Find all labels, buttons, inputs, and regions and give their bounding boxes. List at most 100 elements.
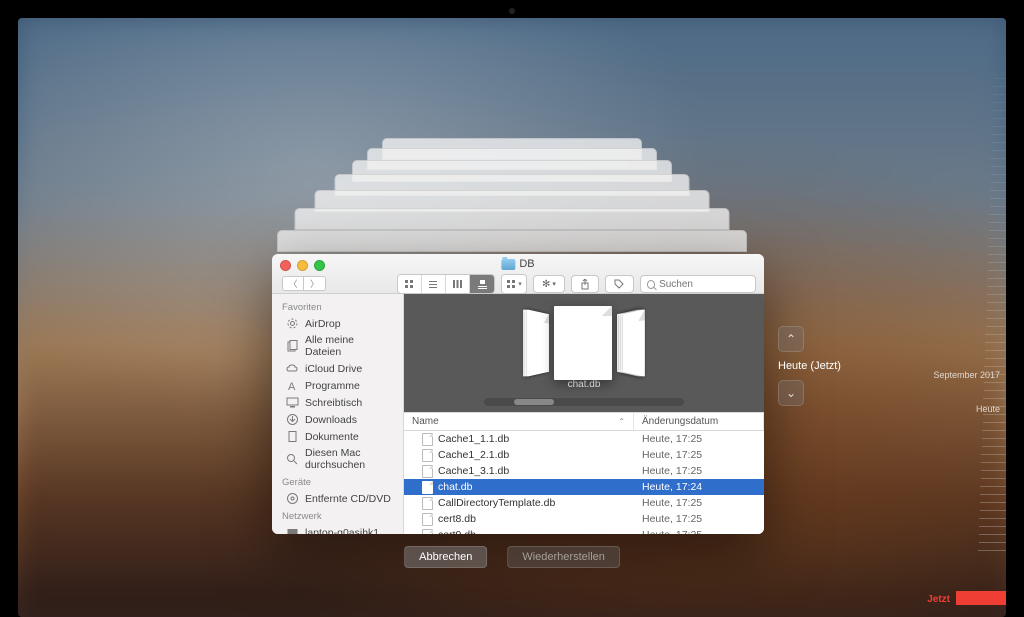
file-name: chat.db: [438, 481, 472, 493]
file-date: Heute, 17:25: [634, 449, 764, 461]
coverflow-scroll-thumb[interactable]: [514, 399, 554, 405]
file-name: Cache1_3.1.db: [438, 465, 509, 477]
sidebar-item[interactable]: iCloud Drive: [272, 360, 403, 377]
table-row[interactable]: Cache1_1.1.db Heute, 17:25: [404, 431, 764, 447]
search-field[interactable]: [640, 275, 756, 293]
restore-button[interactable]: Wiederherstellen: [507, 546, 620, 568]
file-date: Heute, 17:25: [634, 529, 764, 534]
minimize-button[interactable]: [297, 260, 308, 271]
sidebar-item-label: laptop-g0asjhk1: [305, 527, 379, 535]
cancel-button[interactable]: Abbrechen: [404, 546, 487, 568]
window-title: DB: [501, 258, 534, 270]
search-mac-icon: [286, 453, 299, 466]
sidebar-item[interactable]: AirDrop: [272, 315, 403, 332]
view-icons-button[interactable]: [398, 275, 422, 293]
table-row[interactable]: cert8.db Heute, 17:25: [404, 511, 764, 527]
nav-back-button[interactable]: 〈: [282, 276, 304, 291]
column-header-name[interactable]: Name⌃: [404, 413, 634, 430]
sidebar-item-label: Schreibtisch: [305, 397, 362, 409]
file-name: Cache1_1.1.db: [438, 433, 509, 445]
share-icon: [580, 279, 590, 290]
file-icon: [422, 529, 433, 535]
traffic-lights: [280, 260, 325, 271]
sidebar-item-label: iCloud Drive: [305, 363, 362, 375]
list-header: Name⌃ Änderungsdatum: [404, 412, 764, 431]
sidebar-item-label: AirDrop: [305, 318, 341, 330]
sidebar-item[interactable]: Diesen Mac durchsuchen: [272, 445, 403, 473]
sidebar-item[interactable]: A Programme: [272, 377, 403, 394]
all-files-icon: [286, 340, 299, 353]
column-header-date[interactable]: Änderungsdatum: [634, 413, 764, 430]
coverflow-scrollbar[interactable]: [484, 398, 684, 406]
share-button[interactable]: [571, 275, 599, 293]
snapshot-newer-button[interactable]: ⌄: [778, 380, 804, 406]
view-coverflow-button[interactable]: [470, 275, 494, 293]
file-name: cert9.db: [438, 529, 476, 534]
coverflow-item[interactable]: [623, 309, 645, 376]
timemachine-window-stack: [252, 138, 772, 268]
file-date: Heute, 17:25: [634, 433, 764, 445]
gear-icon: ✻: [542, 279, 550, 290]
table-row[interactable]: chat.dbHeute, 17:24: [404, 479, 764, 495]
file-icon: [422, 449, 433, 462]
table-row[interactable]: Cache1_3.1.db Heute, 17:25: [404, 463, 764, 479]
sidebar-item-label: Dokumente: [305, 431, 359, 443]
arrange-button[interactable]: ▾: [502, 275, 526, 293]
finder-window: 〈 〉 DB ▾ ✻▾: [272, 254, 764, 534]
sidebar-section-header: Netzwerk: [272, 507, 403, 524]
view-mode-segment: [397, 274, 495, 294]
sidebar-item-label: Diesen Mac durchsuchen: [305, 447, 393, 471]
file-icon: [422, 497, 433, 510]
sidebar-item[interactable]: Schreibtisch: [272, 394, 403, 411]
search-input[interactable]: [659, 279, 749, 290]
tag-icon: [614, 279, 625, 289]
file-list: Cache1_1.1.db Heute, 17:25 Cache1_2.1.db He…: [404, 431, 764, 534]
file-date: Heute, 17:25: [634, 497, 764, 509]
maximize-button[interactable]: [314, 260, 325, 271]
action-menu-button[interactable]: ✻▾: [533, 275, 565, 293]
file-name: Cache1_2.1.db: [438, 449, 509, 461]
view-columns-button[interactable]: [446, 275, 470, 293]
table-row[interactable]: cert9.db Heute, 17:25: [404, 527, 764, 534]
documents-icon: [286, 430, 299, 443]
file-name: cert8.db: [438, 513, 476, 525]
snapshot-older-button[interactable]: ⌃: [778, 326, 804, 352]
sidebar-item[interactable]: Alle meine Dateien: [272, 332, 403, 360]
table-row[interactable]: CallDirectoryTemplate.db Heute, 17:25: [404, 495, 764, 511]
file-date: Heute, 17:25: [634, 465, 764, 477]
sidebar-item[interactable]: Downloads: [272, 411, 403, 428]
downloads-icon: [286, 413, 299, 426]
window-title-text: DB: [519, 258, 534, 270]
sidebar-item[interactable]: laptop-g0asjhk1: [272, 524, 403, 534]
coverflow-area[interactable]: chat.db: [404, 294, 764, 412]
camera-dot: [509, 8, 515, 14]
table-row[interactable]: Cache1_2.1.db Heute, 17:25: [404, 447, 764, 463]
cloud-icon: [286, 362, 299, 375]
file-icon: [422, 481, 433, 494]
sidebar-item-label: Downloads: [305, 414, 357, 426]
search-icon: [647, 280, 655, 289]
file-date: Heute, 17:25: [634, 513, 764, 525]
sidebar-item[interactable]: Dokumente: [272, 428, 403, 445]
coverflow-selected-item[interactable]: [554, 306, 612, 380]
current-snapshot-label: Heute (Jetzt): [778, 360, 841, 372]
nav-forward-button[interactable]: 〉: [304, 276, 326, 291]
applications-icon: A: [286, 379, 299, 392]
coverflow-item[interactable]: [527, 309, 549, 376]
sidebar-item-label: Alle meine Dateien: [305, 334, 393, 358]
view-list-button[interactable]: [422, 275, 446, 293]
file-icon: [422, 465, 433, 478]
sidebar-section-header: Favoriten: [272, 298, 403, 315]
file-icon: [422, 513, 433, 526]
sidebar-item-label: Programme: [305, 380, 360, 392]
remote-disc-icon: [286, 492, 299, 505]
sidebar-item[interactable]: Entfernte CD/DVD: [272, 490, 403, 507]
svg-text:A: A: [288, 381, 296, 392]
file-name: CallDirectoryTemplate.db: [438, 497, 555, 509]
sidebar-item-label: Entfernte CD/DVD: [305, 493, 391, 505]
close-button[interactable]: [280, 260, 291, 271]
tags-button[interactable]: [605, 275, 634, 293]
titlebar: 〈 〉 DB ▾ ✻▾: [272, 254, 764, 294]
coverflow-label: chat.db: [568, 379, 601, 390]
network-computer-icon: [286, 526, 299, 534]
